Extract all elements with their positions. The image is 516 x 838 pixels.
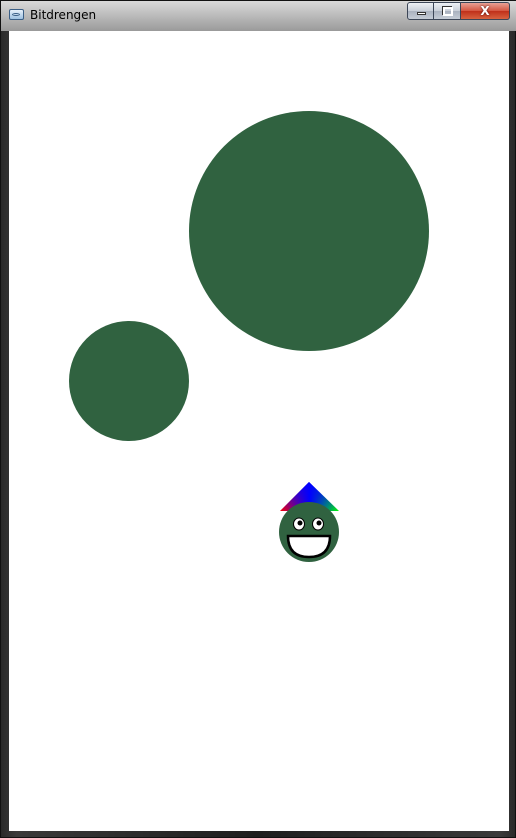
title-bar[interactable]: Bitdrengen X [1,1,516,31]
left-pupil [297,520,303,526]
maximize-icon [442,6,453,16]
player-mouth [286,534,332,559]
small-ball [69,321,189,441]
player-character [279,482,339,562]
game-scene [69,111,429,562]
java-cup-icon[interactable] [9,9,24,20]
minimize-button[interactable] [407,2,434,20]
large-ball [189,111,429,351]
window-title: Bitdrengen [30,8,97,22]
window-controls: X [407,2,510,21]
close-button[interactable]: X [461,2,510,20]
right-pupil [316,520,322,526]
app-window: Bitdrengen X [0,0,516,838]
close-icon: X [480,4,490,18]
maximize-button[interactable] [434,2,461,20]
game-canvas[interactable] [9,31,509,831]
minimize-icon [417,12,426,15]
